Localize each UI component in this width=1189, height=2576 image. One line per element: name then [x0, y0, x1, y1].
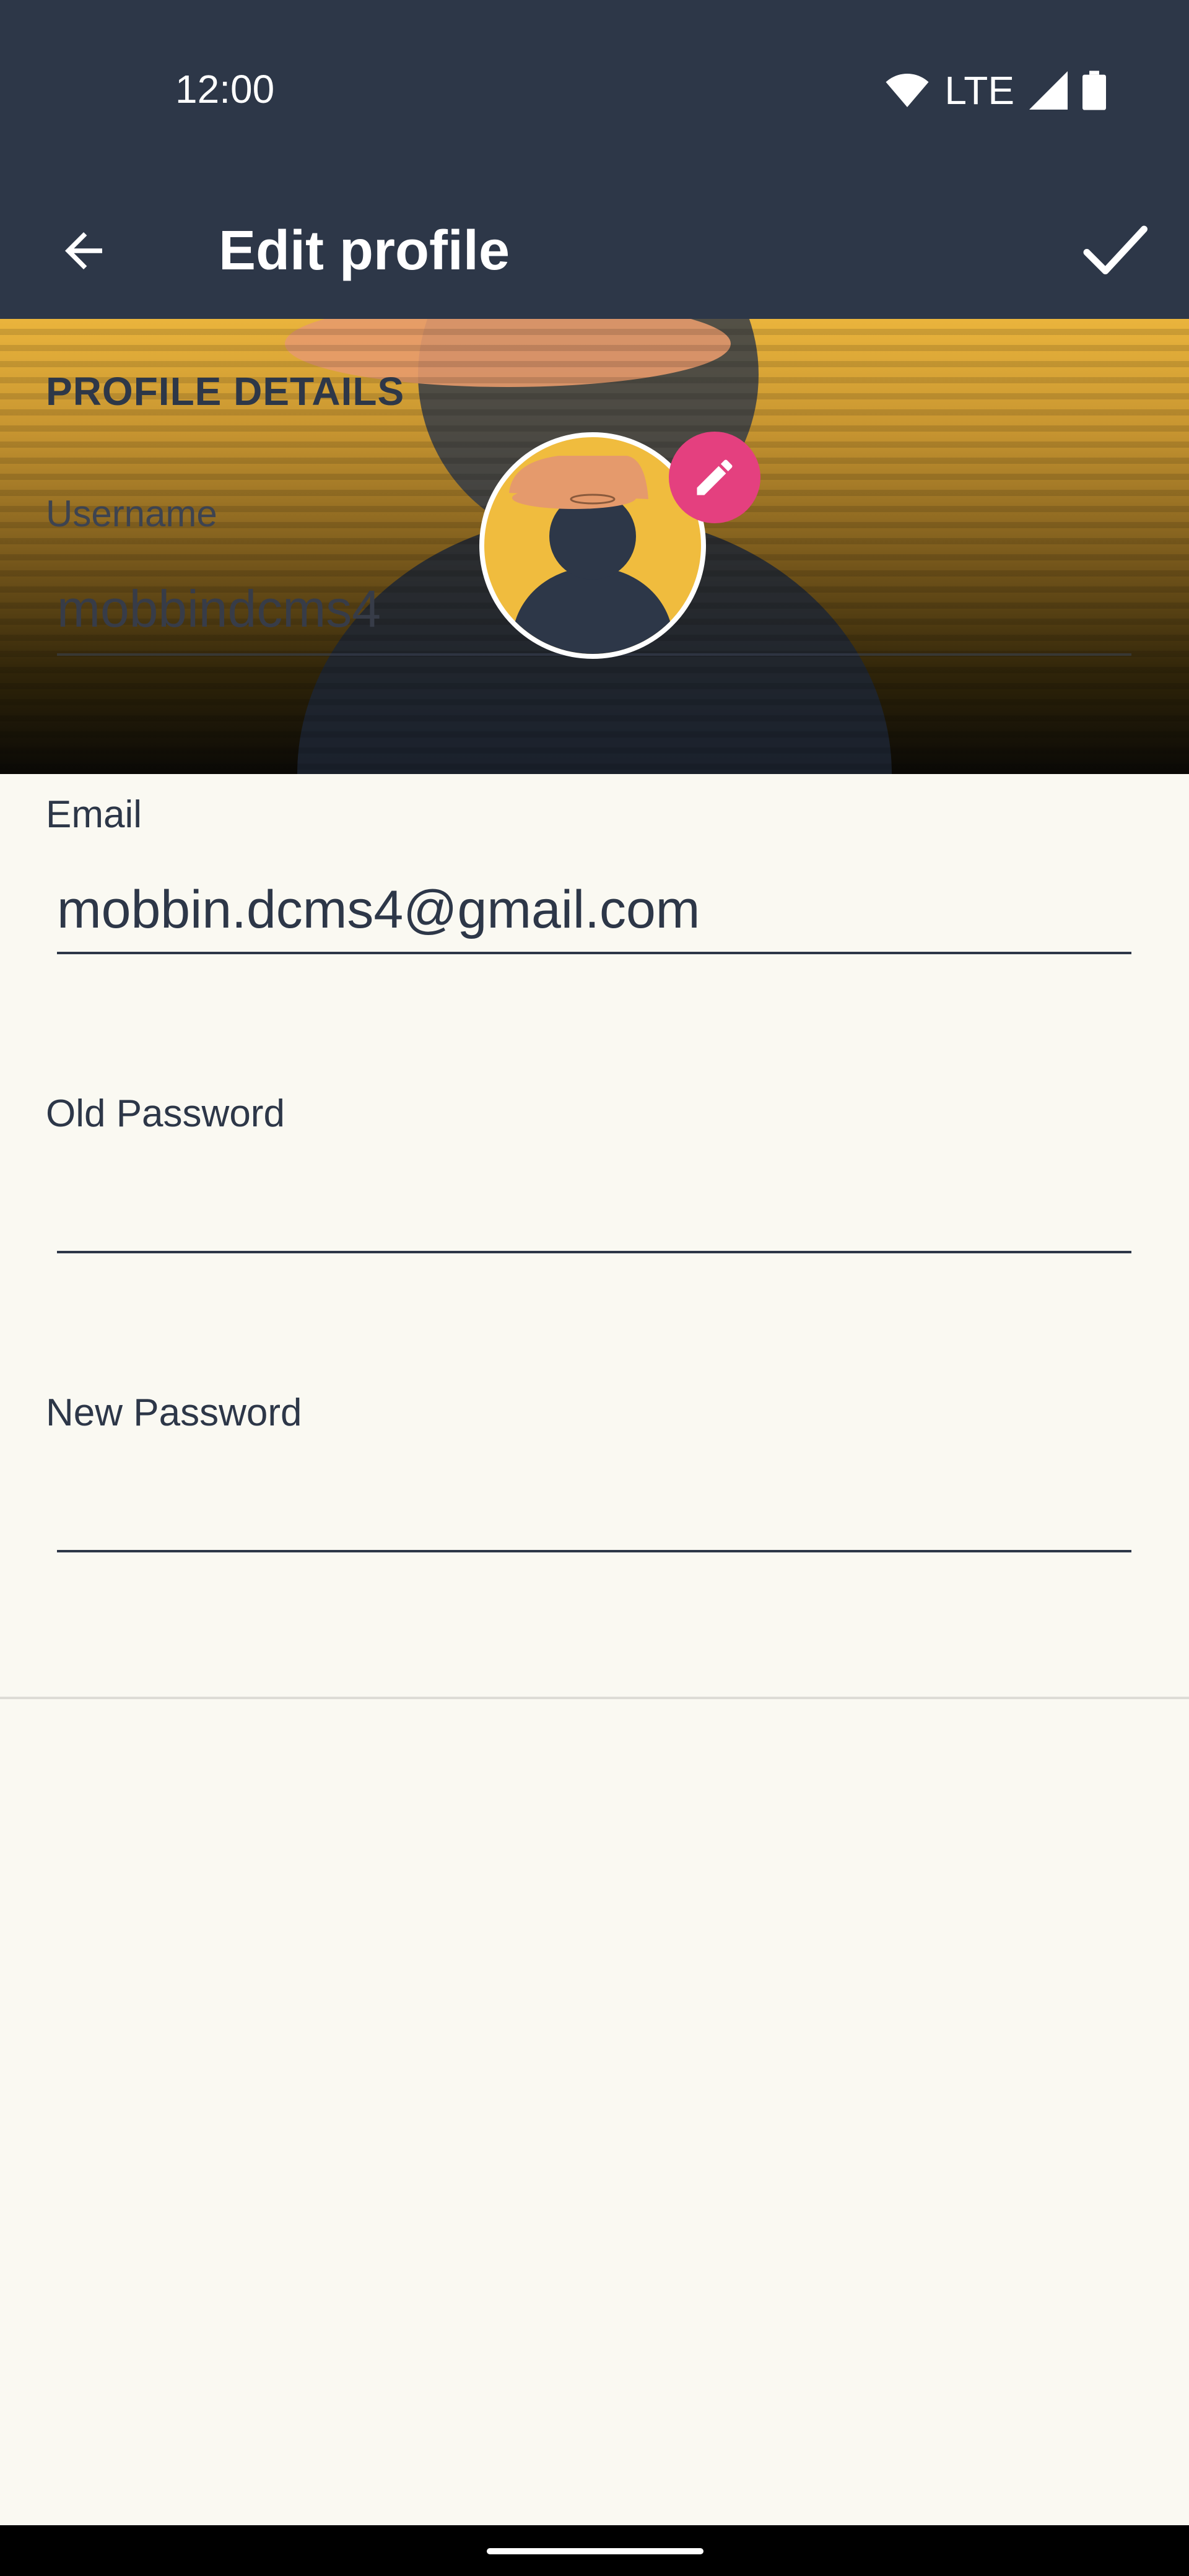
new-password-field[interactable] [57, 1477, 1131, 1539]
cell-signal-icon [1029, 71, 1068, 110]
page-title: Edit profile [219, 220, 510, 282]
wifi-icon [886, 74, 929, 107]
back-button[interactable] [37, 204, 130, 297]
status-time: 12:00 [175, 67, 275, 111]
status-bar: 12:00 LTE [0, 0, 1189, 180]
pencil-icon [697, 459, 733, 495]
navigation-bar [0, 2525, 1189, 2576]
email-field[interactable]: mobbin.dcms4@gmail.com [57, 879, 700, 941]
email-label: Email [46, 793, 142, 836]
section-title: PROFILE DETAILS [46, 369, 405, 414]
battery-icon [1082, 71, 1106, 110]
save-button[interactable] [1065, 201, 1164, 300]
arrow-back-icon [65, 232, 102, 269]
edit-avatar-button[interactable] [669, 432, 760, 523]
section-divider [0, 1697, 1189, 1699]
new-password-underline [57, 1550, 1131, 1552]
home-indicator[interactable] [487, 2548, 703, 2554]
old-password-underline [57, 1251, 1131, 1253]
avatar-illustration [509, 456, 673, 654]
app-bar: Edit profile [0, 180, 1189, 319]
email-underline [57, 952, 1131, 954]
check-icon [1083, 225, 1148, 274]
old-password-label: Old Password [46, 1092, 285, 1135]
old-password-field[interactable] [57, 1178, 1131, 1240]
username-field[interactable]: mobbindcms4 [57, 579, 381, 639]
username-label: Username [46, 493, 217, 534]
new-password-label: New Password [46, 1391, 302, 1434]
status-icons: LTE [885, 66, 1106, 115]
network-type: LTE [944, 68, 1014, 113]
